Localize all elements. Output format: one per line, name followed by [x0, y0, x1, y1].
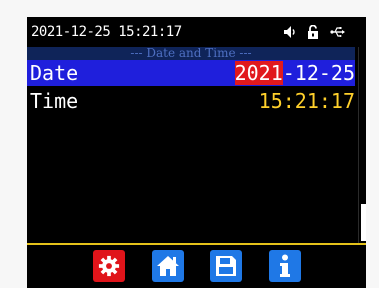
- home-button[interactable]: [152, 250, 184, 282]
- settings-button[interactable]: [93, 250, 125, 282]
- date-year-field[interactable]: 2021: [234, 61, 283, 85]
- section-header: --- Date and Time ---: [27, 47, 355, 60]
- usb-icon: [330, 25, 346, 39]
- info-button[interactable]: [269, 250, 301, 282]
- time-label: Time: [30, 89, 79, 113]
- toolbar-divider: [27, 243, 366, 245]
- date-row[interactable]: Date 2021-12-25: [27, 60, 355, 86]
- device-frame: 2021-12-25 15:21:17 --- Date and Time --…: [27, 17, 366, 288]
- time-value[interactable]: 15:21:17: [259, 88, 355, 114]
- date-label: Date: [30, 61, 79, 85]
- settings-icon: [98, 255, 120, 277]
- time-row[interactable]: Time 15:21:17: [27, 88, 355, 114]
- scrollbar[interactable]: [358, 47, 366, 243]
- status-datetime: 2021-12-25 15:21:17: [31, 24, 182, 40]
- save-button[interactable]: [210, 250, 242, 282]
- home-icon: [157, 256, 179, 276]
- scrollbar-thumb[interactable]: [361, 204, 366, 241]
- unlock-icon: [307, 25, 319, 39]
- info-icon: [280, 254, 290, 277]
- speaker-icon: [283, 25, 297, 39]
- status-bar: 2021-12-25 15:21:17: [27, 17, 366, 47]
- date-month-day[interactable]: -12-25: [283, 61, 355, 85]
- date-value[interactable]: 2021-12-25: [234, 60, 355, 86]
- save-icon: [216, 256, 236, 276]
- display-screen: 2021-12-25 15:21:17 --- Date and Time --…: [27, 17, 366, 288]
